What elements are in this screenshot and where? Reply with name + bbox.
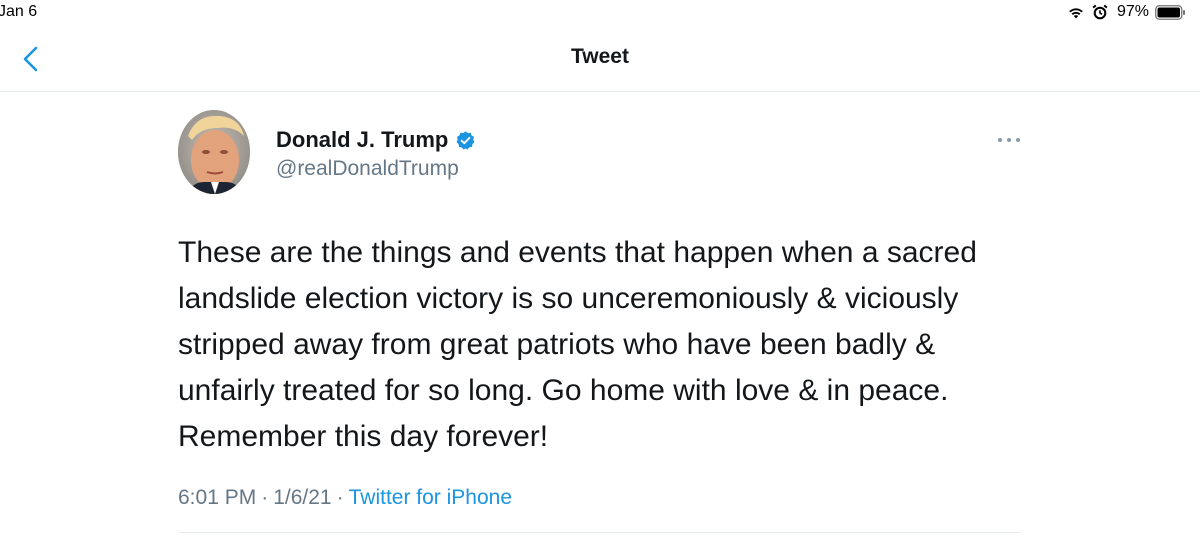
more-options-button[interactable] — [995, 133, 1023, 145]
navigation-bar: Tweet — [0, 26, 1200, 92]
more-dots-icon — [998, 138, 1020, 142]
user-handle[interactable]: @realDonaldTrump — [276, 157, 459, 181]
battery-icon — [1155, 4, 1186, 20]
display-name[interactable]: Donald J. Trump — [276, 127, 448, 153]
alarm-icon — [1091, 4, 1109, 20]
tweet-text: These are the things and events that hap… — [178, 236, 977, 453]
status-bar: Jan 6 97% — [0, 0, 1200, 26]
author-name-row[interactable]: Donald J. Trump — [276, 127, 476, 153]
page-title: Tweet — [571, 45, 629, 68]
status-date: Jan 6 — [0, 3, 38, 20]
tweet-time: 6:01 PM — [178, 486, 257, 509]
avatar[interactable] — [178, 110, 250, 194]
app-window: Jan 6 97% Tweet Donald J. Trump @realDon… — [0, 0, 1200, 540]
tweet-source-link[interactable]: Twitter for iPhone — [349, 486, 512, 510]
meta-separator: · — [336, 486, 344, 509]
meta-separator: · — [261, 486, 269, 509]
tweet-date: 1/6/21 — [273, 486, 332, 509]
wifi-icon — [1067, 4, 1085, 20]
battery-percent: 97% — [1116, 3, 1149, 20]
status-indicators: 97% — [1067, 3, 1186, 21]
tweet-metadata: 6:01 PM · 1/6/21 · Twitter for iPhone — [178, 486, 512, 510]
verified-badge-icon — [455, 130, 476, 151]
divider — [178, 532, 1021, 533]
